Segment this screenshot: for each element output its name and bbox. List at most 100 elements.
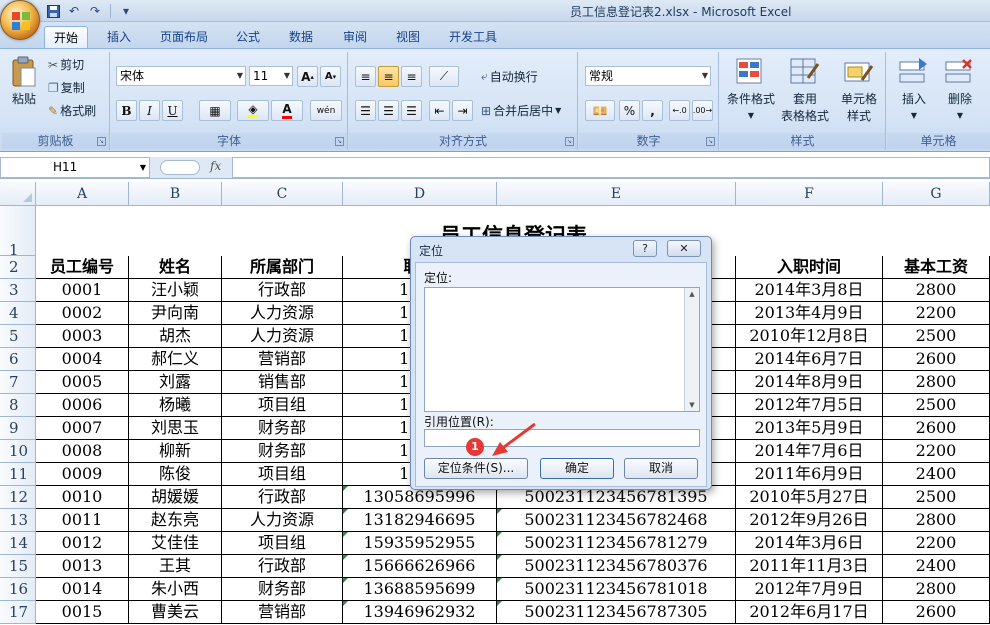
table-cell[interactable]: 2014年6月7日	[736, 348, 883, 371]
phonetic-button[interactable]: wén	[310, 100, 342, 121]
column-header-a[interactable]: A	[36, 182, 129, 206]
shrink-font-button[interactable]: A ▾	[320, 66, 341, 87]
format-as-table-button[interactable]: 套用 表格格式	[778, 56, 832, 132]
paste-button[interactable]: 粘贴	[8, 56, 40, 107]
wrap-text-button[interactable]: ⤶ 自动换行	[481, 68, 538, 85]
tab-review[interactable]: 审阅	[335, 26, 375, 48]
row-header-8[interactable]: 8	[0, 394, 36, 417]
table-cell[interactable]: 销售部	[222, 371, 343, 394]
select-all-corner[interactable]	[0, 182, 36, 206]
table-cell[interactable]: 2011年6月9日	[736, 463, 883, 486]
undo-icon[interactable]: ↶	[65, 3, 83, 19]
table-cell[interactable]: 2500	[883, 325, 990, 348]
header-cell[interactable]: 员工编号	[36, 256, 129, 279]
scroll-up-icon[interactable]: ▲	[685, 290, 699, 298]
table-cell[interactable]: 2800	[883, 509, 990, 532]
table-cell[interactable]: 0013	[36, 555, 129, 578]
align-top-button[interactable]: ≡	[355, 66, 376, 87]
goto-listbox[interactable]: ▲ ▼	[424, 287, 700, 412]
table-cell[interactable]: 0014	[36, 578, 129, 601]
table-cell[interactable]: 2600	[883, 348, 990, 371]
percent-button[interactable]: %	[619, 100, 640, 121]
cell-styles-button[interactable]: 单元格 样式	[832, 56, 886, 132]
table-cell[interactable]: 2600	[883, 417, 990, 440]
table-cell[interactable]: 2500	[883, 486, 990, 509]
table-cell[interactable]: 陈俊	[129, 463, 222, 486]
table-cell[interactable]: 15935952955	[343, 532, 497, 555]
table-cell[interactable]: 500231123456787305	[497, 601, 736, 624]
table-cell[interactable]: 0015	[36, 601, 129, 624]
table-cell[interactable]: 项目组	[222, 394, 343, 417]
table-cell[interactable]: 500231123456781018	[497, 578, 736, 601]
table-cell[interactable]: 2400	[883, 463, 990, 486]
table-cell[interactable]: 财务部	[222, 417, 343, 440]
increase-indent-button[interactable]: ⇥	[452, 100, 473, 121]
table-cell[interactable]: 2800	[883, 578, 990, 601]
close-button[interactable]: ✕	[667, 240, 701, 257]
table-cell[interactable]: 胡媛媛	[129, 486, 222, 509]
table-cell[interactable]: 0008	[36, 440, 129, 463]
table-cell[interactable]: 营销部	[222, 348, 343, 371]
insert-function-icon[interactable]: fx	[210, 159, 221, 173]
table-cell[interactable]: 2014年7月6日	[736, 440, 883, 463]
header-cell[interactable]: 入职时间	[736, 256, 883, 279]
align-center-button[interactable]: ☰	[378, 100, 399, 121]
table-cell[interactable]: 财务部	[222, 440, 343, 463]
table-cell[interactable]: 2400	[883, 555, 990, 578]
row-header-5[interactable]: 5	[0, 325, 36, 348]
italic-button[interactable]: I	[139, 100, 160, 121]
table-cell[interactable]: 王其	[129, 555, 222, 578]
help-button[interactable]: ?	[633, 240, 657, 257]
tab-data[interactable]: 数据	[281, 26, 321, 48]
table-cell[interactable]: 500231123456782468	[497, 509, 736, 532]
table-cell[interactable]: 项目组	[222, 463, 343, 486]
table-cell[interactable]: 财务部	[222, 578, 343, 601]
table-cell[interactable]: 13688595699	[343, 578, 497, 601]
merge-center-button[interactable]: ⊞ 合并后居中 ▼	[481, 102, 561, 119]
table-cell[interactable]: 胡杰	[129, 325, 222, 348]
table-cell[interactable]: 2010年5月27日	[736, 486, 883, 509]
table-cell[interactable]: 刘露	[129, 371, 222, 394]
row-header-16[interactable]: 16	[0, 578, 36, 601]
table-cell[interactable]: 行政部	[222, 486, 343, 509]
alignment-launcher-icon[interactable]: ↘	[565, 137, 574, 146]
name-box[interactable]: H11 ▼	[0, 157, 150, 178]
cancel-button[interactable]: 取消	[624, 458, 698, 479]
table-cell[interactable]: 0001	[36, 279, 129, 302]
table-cell[interactable]: 2600	[883, 601, 990, 624]
table-cell[interactable]: 艾佳佳	[129, 532, 222, 555]
align-left-button[interactable]: ☰	[355, 100, 376, 121]
table-cell[interactable]: 0007	[36, 417, 129, 440]
table-cell[interactable]: 营销部	[222, 601, 343, 624]
header-cell[interactable]: 基本工资	[883, 256, 990, 279]
table-cell[interactable]: 人力资源	[222, 302, 343, 325]
table-cell[interactable]: 2014年8月9日	[736, 371, 883, 394]
table-cell[interactable]: 2200	[883, 532, 990, 555]
column-header-f[interactable]: F	[736, 182, 883, 206]
delete-cells-button[interactable]: 删除 ▼	[937, 56, 983, 132]
align-middle-button[interactable]: ≡	[378, 66, 399, 87]
tab-developer[interactable]: 开发工具	[441, 26, 505, 48]
table-cell[interactable]: 13946962932	[343, 601, 497, 624]
comma-button[interactable]: ,	[642, 100, 663, 121]
format-painter-button[interactable]: ✎ 格式刷	[48, 102, 96, 119]
header-cell[interactable]: 所属部门	[222, 256, 343, 279]
table-cell[interactable]: 朱小西	[129, 578, 222, 601]
font-color-button[interactable]: A	[271, 100, 303, 121]
table-cell[interactable]: 0003	[36, 325, 129, 348]
table-cell[interactable]: 0010	[36, 486, 129, 509]
table-cell[interactable]: 杨曦	[129, 394, 222, 417]
column-header-b[interactable]: B	[129, 182, 222, 206]
row-header-3[interactable]: 3	[0, 279, 36, 302]
office-button[interactable]	[0, 0, 40, 40]
goto-special-button[interactable]: 定位条件(S)...	[424, 458, 528, 479]
table-cell[interactable]: 曹美云	[129, 601, 222, 624]
row-header-4[interactable]: 4	[0, 302, 36, 325]
align-bottom-button[interactable]: ≡	[401, 66, 422, 87]
formula-input[interactable]	[232, 157, 990, 178]
table-cell[interactable]: 2014年3月6日	[736, 532, 883, 555]
table-cell[interactable]: 行政部	[222, 279, 343, 302]
font-size-combo[interactable]: 11 ▼	[249, 66, 293, 86]
table-cell[interactable]: 2200	[883, 302, 990, 325]
align-right-button[interactable]: ☰	[401, 100, 422, 121]
